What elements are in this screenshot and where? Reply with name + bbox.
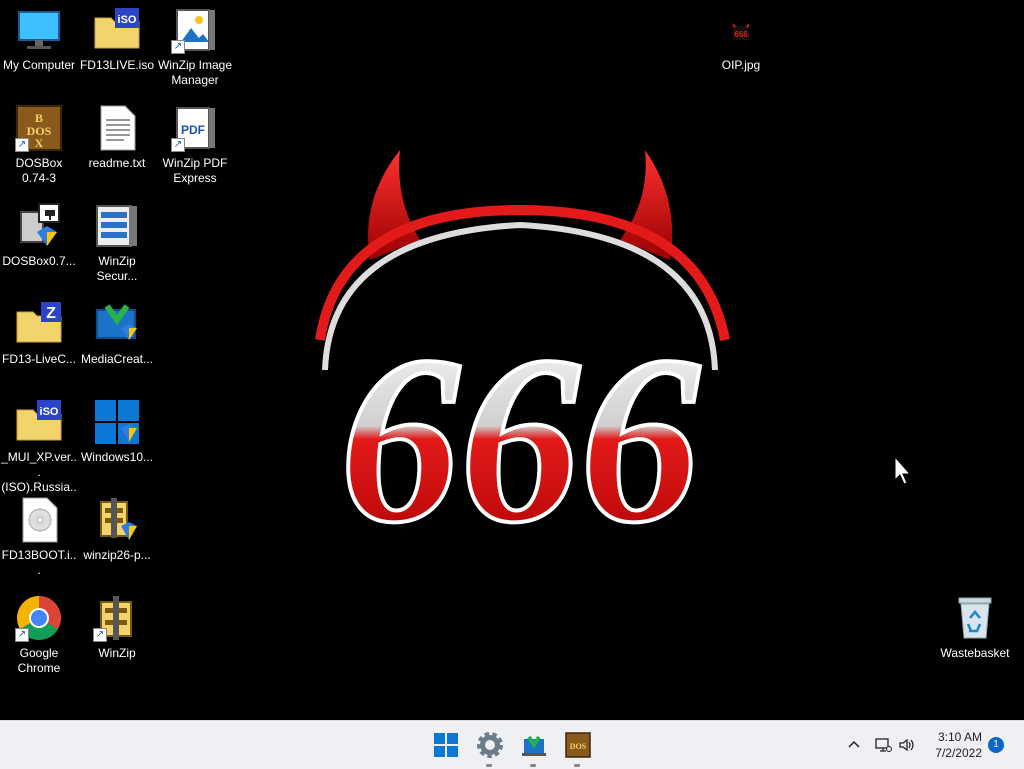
desktop-icon-label: DOSBox 0.74-3 [15,156,63,185]
chevron-up-icon[interactable] [846,737,862,753]
iso-folder-icon: iSO [93,6,141,54]
desktop-icon-label: WinZip Secur... [96,254,138,283]
svg-text:iSO: iSO [40,406,59,418]
notification-badge[interactable]: 1 [988,737,1004,753]
zip-folder-icon: Z [15,300,63,348]
svg-text:B: B [35,111,43,125]
desktop-icon-media-creation[interactable]: MediaCreat... [78,300,156,367]
running-indicator [486,764,492,767]
mouse-cursor-icon [894,456,912,485]
svg-text:X: X [35,136,44,150]
desktop-icon-fd13boot[interactable]: FD13BOOT.i... [0,496,78,578]
system-tray [842,721,922,769]
taskbar-settings-button[interactable] [474,729,506,767]
desktop-icon-winzip26-setup[interactable]: winzip26-p... [78,496,156,563]
disc-image-icon [15,496,63,544]
shortcut-arrow-icon: ↗ [171,138,185,152]
desktop-icon-label: MediaCreat... [80,352,154,366]
desktop-icon-readme[interactable]: readme.txt [78,104,156,171]
taskbar-clock[interactable]: 3:10 AM 7/2/2022 [935,729,982,761]
gear-icon [477,732,503,758]
desktop-icon-oip-jpg[interactable]: 666 OIP.jpg [702,6,780,73]
desktop-icon-label: Windows10... [80,450,154,464]
desktop-icon-label: winzip26-p... [83,548,151,562]
desktop-icon-label: readme.txt [88,156,146,170]
desktop-icon-label: My Computer [2,58,76,72]
iso-folder-icon: iSO [15,398,63,446]
desktop-icon-label: WinZip Image Manager [157,58,233,87]
network-icon[interactable] [874,737,892,753]
desktop-icon-label: WinZip PDF Express [162,156,228,185]
desktop-icon-winzip-image-manager[interactable]: ↗ WinZip Image Manager [156,6,234,88]
svg-text:PDF: PDF [181,123,205,137]
desktop-icon-label: FD13LIVE.iso [79,58,155,72]
desktop-icon-label: Google Chrome [17,646,61,675]
desktop-icon-label: WinZip [98,646,136,660]
svg-text:666: 666 [734,30,748,39]
svg-text:DOS: DOS [570,742,587,751]
desktop-icon-mui-xp-iso[interactable]: iSO _MUI_XP.ver... (ISO).Russia... [0,398,78,510]
chrome-icon: ↗ [15,594,63,642]
taskbar: DOS 3:10 AM 7/2/2022 1 [0,720,1024,769]
desktop[interactable]: 666 My Computer B DOS X ↗ DOSBox 0.74-3 [0,0,1024,720]
svg-text:iSO: iSO [118,14,137,26]
media-creation-icon [93,300,141,348]
dosbox-icon: DOS [565,732,591,758]
desktop-icon-winzip[interactable]: ↗ WinZip [78,594,156,661]
desktop-icon-winzip-pdf-express[interactable]: PDF ↗ WinZip PDF Express [156,104,234,186]
desktop-icon-wastebasket[interactable]: Wastebasket [936,594,1014,661]
recycle-bin-icon [951,594,999,642]
dosbox-icon: B DOS X ↗ [15,104,63,152]
wallpaper-666-logo: 666 [315,150,730,560]
desktop-icon-fd13live-iso[interactable]: iSO FD13LIVE.iso [78,6,156,73]
desktop-icon-label: DOSBox0.7... [2,254,76,268]
running-indicator [530,764,536,767]
taskbar-app-button[interactable] [518,729,550,767]
svg-text:Z: Z [46,305,56,322]
desktop-icon-label: FD13BOOT.i... [1,548,77,577]
image-file-icon: 666 [717,6,765,54]
desktop-icon-google-chrome[interactable]: ↗ Google Chrome [0,594,78,676]
desktop-icon-label: Wastebasket [940,646,1010,660]
monitor-icon [15,6,63,54]
desktop-icon-winzip-secure[interactable]: WinZip Secur... [78,202,156,284]
windows-installer-icon [93,398,141,446]
winzip-icon: ↗ [93,594,141,642]
windows-start-icon [434,733,458,757]
taskbar-dosbox-button[interactable]: DOS [562,729,594,767]
desktop-icon-fd13-livec[interactable]: Z FD13-LiveC... [0,300,78,367]
winzip-setup-icon [93,496,141,544]
desktop-icon-label: OIP.jpg [721,58,761,72]
clock-time: 3:10 AM [937,730,982,744]
desktop-icon-label: FD13-LiveC... [1,352,77,366]
installer-icon [15,202,63,250]
wallpaper-666-text: 666 [340,306,700,560]
shortcut-arrow-icon: ↗ [15,138,29,152]
shortcut-arrow-icon: ↗ [93,628,107,642]
desktop-icon-windows10[interactable]: Windows10... [78,398,156,465]
desktop-icon-my-computer[interactable]: My Computer [0,6,78,73]
app-icon [522,735,546,756]
winzip-pdf-icon: PDF ↗ [171,104,219,152]
running-indicator [574,764,580,767]
taskbar-start-button[interactable] [430,729,462,761]
clock-date: 7/2/2022 [935,746,982,760]
desktop-icon-dosbox-installer[interactable]: DOSBox0.7... [0,202,78,269]
winzip-image-icon: ↗ [171,6,219,54]
shortcut-arrow-icon: ↗ [15,628,29,642]
volume-icon[interactable] [898,737,916,753]
winzip-secure-icon [93,202,141,250]
desktop-icon-dosbox[interactable]: B DOS X ↗ DOSBox 0.74-3 [0,104,78,186]
text-file-icon [93,104,141,152]
shortcut-arrow-icon: ↗ [171,40,185,54]
